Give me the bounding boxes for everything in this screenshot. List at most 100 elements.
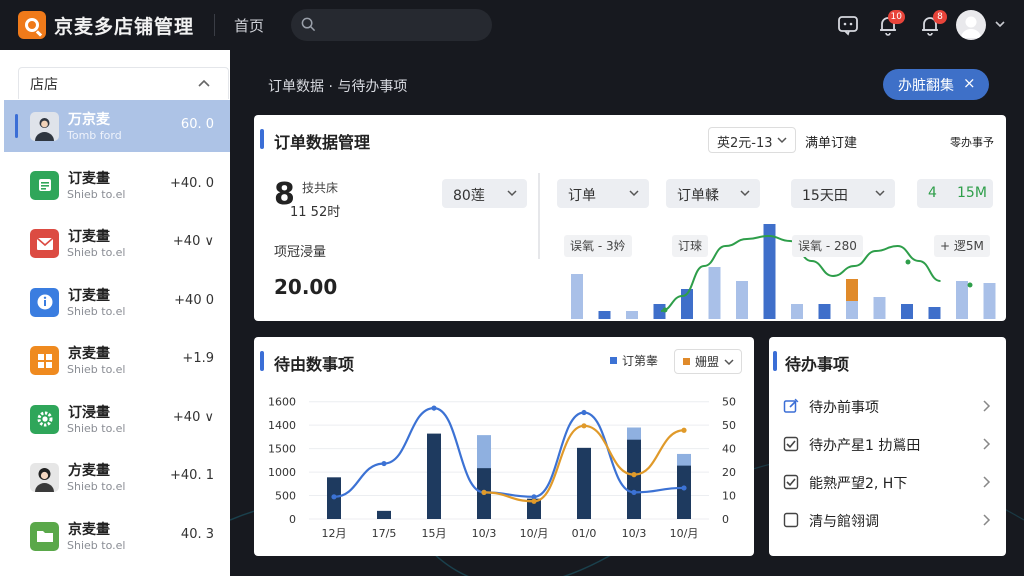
sidebar-store-item[interactable]: 订麦畫 Shieb to.el +40 ∨ [4, 217, 230, 269]
chevron-down-icon [740, 190, 750, 197]
info-icon [30, 287, 59, 317]
chart-line-point [905, 259, 911, 265]
todo-card-title: 待办事项 [785, 355, 850, 374]
chart-bar [571, 274, 583, 319]
action-label: 办脏翻集 [898, 78, 954, 94]
chart-line-point [631, 472, 637, 478]
home-link[interactable]: 首页 [234, 15, 264, 36]
store-name: 京麦畫 [68, 346, 110, 362]
sidebar: 店店 万京麦 Tomb ford 60. 0 订麦畫 Shieb to.el +40. 0… [0, 50, 230, 576]
store-list-header[interactable]: 店店 [18, 67, 229, 99]
todo-link[interactable]: 零办事予 [950, 134, 994, 150]
legend-select[interactable]: 姗盟 [674, 349, 742, 374]
todo-item[interactable]: 清与館翎调 [781, 505, 995, 535]
breadcrumb: 订单数据 · 与待办事项 [268, 79, 408, 95]
sidebar-store-item[interactable]: 订麦畫 Shieb to.el +40 0 [4, 276, 230, 328]
store-name: 方麦畫 [68, 463, 110, 479]
chart-bar [627, 439, 641, 519]
orders-select[interactable]: 订单 [557, 179, 649, 208]
store-value: 60. 0 [180, 117, 214, 132]
todo-item[interactable]: 待办前事项 [781, 391, 995, 421]
mail-icon [30, 229, 59, 258]
checkbox-empty-icon[interactable] [783, 512, 799, 528]
chevron-down-icon[interactable] [994, 18, 1006, 30]
subheader: 订单数据 · 与待办事项 办脏翻集 × [252, 68, 1004, 102]
legend-swatch-blue [610, 357, 617, 364]
active-indicator [15, 114, 18, 138]
message-button[interactable]: 8 [918, 10, 947, 37]
todo-card: 待办事项 待办前事项待办产星1 扐鶑田 能熟严望2, H下 清与館翎调 [769, 337, 1006, 556]
chart-bar [928, 307, 941, 319]
checkbox-checked-icon[interactable] [783, 474, 799, 490]
days-select-value: 15天田 [802, 188, 848, 204]
app-title: 京麦多店铺管理 [54, 16, 195, 38]
chart-line-point [331, 494, 337, 500]
store-value: +40 ∨ [172, 234, 214, 249]
search-icon [301, 17, 316, 32]
green-value: 15M [957, 185, 987, 201]
filter-select-1[interactable]: 80莲 [442, 179, 527, 208]
store-name: 万京麦 [68, 112, 110, 128]
action-pill-button[interactable]: 办脏翻集 × [883, 69, 989, 100]
user-avatar[interactable] [956, 10, 986, 40]
filter-value: 80莲 [453, 188, 485, 204]
chart-bar [598, 311, 611, 319]
y-tick-label-left: 1000 [268, 466, 296, 479]
title-accent [260, 351, 264, 371]
store-value: +1.9 [182, 351, 214, 366]
close-icon[interactable]: × [963, 74, 976, 92]
notification-button[interactable]: 10 [876, 10, 905, 37]
y-tick-label-right: 10 [722, 490, 736, 503]
store-value: +40 0 [174, 292, 214, 308]
chevron-right-icon[interactable] [983, 400, 991, 412]
store-subtitle: Shieb to.el [67, 363, 126, 376]
legend-swatch-orange [683, 358, 690, 365]
sidebar-store-item[interactable]: 京麦畫 Shieb to.el +1.9 [4, 334, 230, 386]
chevron-down-icon [724, 359, 734, 366]
checkbox-checked-icon[interactable] [783, 436, 799, 452]
x-tick-label: 10/月 [670, 527, 699, 540]
sidebar-store-item[interactable]: 京麦畫 Shieb to.el 40. 3 [4, 510, 230, 562]
todo-item[interactable]: 待办产星1 扐鶑田 [781, 429, 995, 459]
pending-card-title: 待由数事项 [274, 355, 355, 374]
chat-button[interactable] [836, 13, 860, 37]
legend-orders: 订第睾 [622, 354, 659, 368]
y-tick-label-left: 1500 [268, 443, 296, 456]
orders-select-value: 订单 [568, 188, 596, 204]
full-orders-link[interactable]: 满单订建 [805, 132, 857, 151]
search-input[interactable] [325, 15, 475, 35]
x-tick-label: 01/0 [572, 527, 597, 540]
x-tick-label: 10/3 [472, 527, 497, 540]
chevron-right-icon[interactable] [983, 438, 991, 450]
chart-bar [427, 433, 441, 519]
sidebar-store-item[interactable]: 订浸畫 Shieb to.el +40 ∨ [4, 393, 230, 445]
order-type-select[interactable]: 订单輮 [666, 179, 760, 208]
pending-items-card: 待由数事项 订第睾 姗盟 0 0 500 10 1000 20 1500 40 1400 50 16… [254, 337, 754, 556]
chart-bar [983, 283, 996, 319]
metric-value: 20.00 [274, 275, 338, 299]
days-select[interactable]: 15天田 [791, 179, 895, 208]
sidebar-store-item[interactable]: 订麦畫 Shieb to.el +40. 0 [4, 159, 230, 211]
app-logo[interactable] [18, 11, 46, 39]
todo-item[interactable]: 能熟严望2, H下 [781, 467, 995, 497]
scroll-track[interactable] [538, 173, 540, 259]
chart-bar [377, 510, 391, 519]
chart-chip-2: 订琜 [672, 235, 709, 257]
chevron-down-icon [875, 190, 885, 197]
sidebar-store-item[interactable]: 万京麦 Tomb ford 60. 0 [4, 100, 230, 152]
order-card-title: 订单数据管理 [274, 133, 371, 152]
store-name: 订麦畫 [68, 287, 110, 304]
sidebar-store-item[interactable]: 方麦畫 Shieb to.el +40. 1 [4, 451, 230, 503]
y-tick-label-left: 0 [289, 513, 296, 526]
chevron-right-icon[interactable] [983, 476, 991, 488]
y-tick-label-left: 1600 [268, 396, 296, 409]
edit-icon [783, 398, 799, 413]
chart-chip-1: 误氧 - 3妗 [564, 235, 632, 257]
search-box[interactable] [291, 9, 492, 41]
chat-icon [838, 16, 858, 36]
chevron-up-icon[interactable] [198, 79, 210, 87]
chevron-right-icon[interactable] [983, 514, 991, 526]
chart-bar [956, 281, 968, 319]
date-select[interactable]: 英2元-13 [708, 127, 796, 153]
store-name: 订浸畫 [68, 404, 110, 421]
